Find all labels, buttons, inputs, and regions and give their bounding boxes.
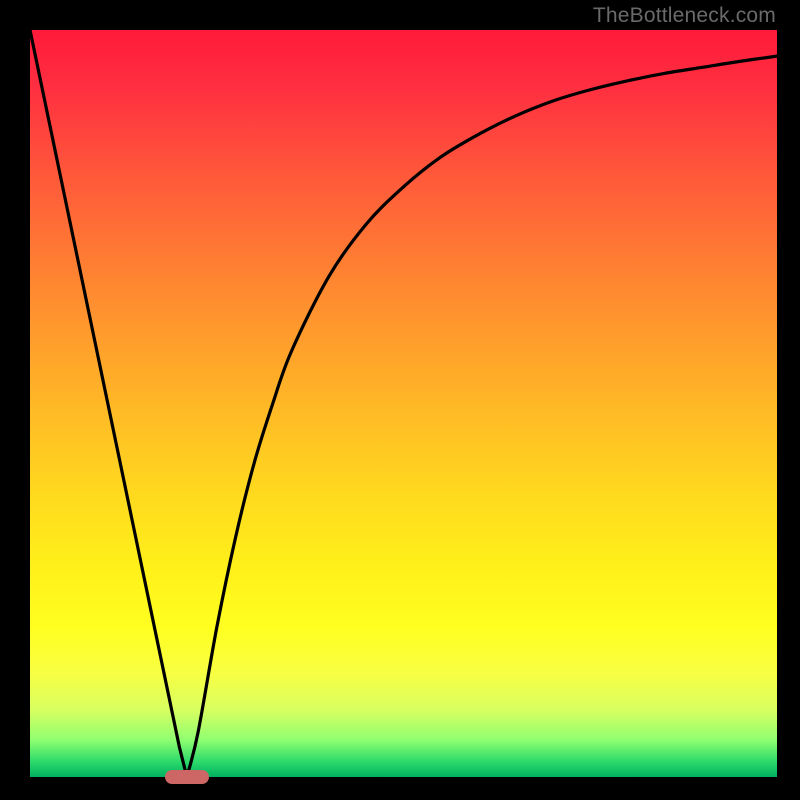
watermark-text: TheBottleneck.com: [593, 4, 776, 28]
optimal-marker: [165, 770, 209, 784]
bottleneck-curve: [30, 30, 777, 777]
chart-frame: TheBottleneck.com: [0, 0, 800, 800]
plot-area: [30, 30, 777, 777]
